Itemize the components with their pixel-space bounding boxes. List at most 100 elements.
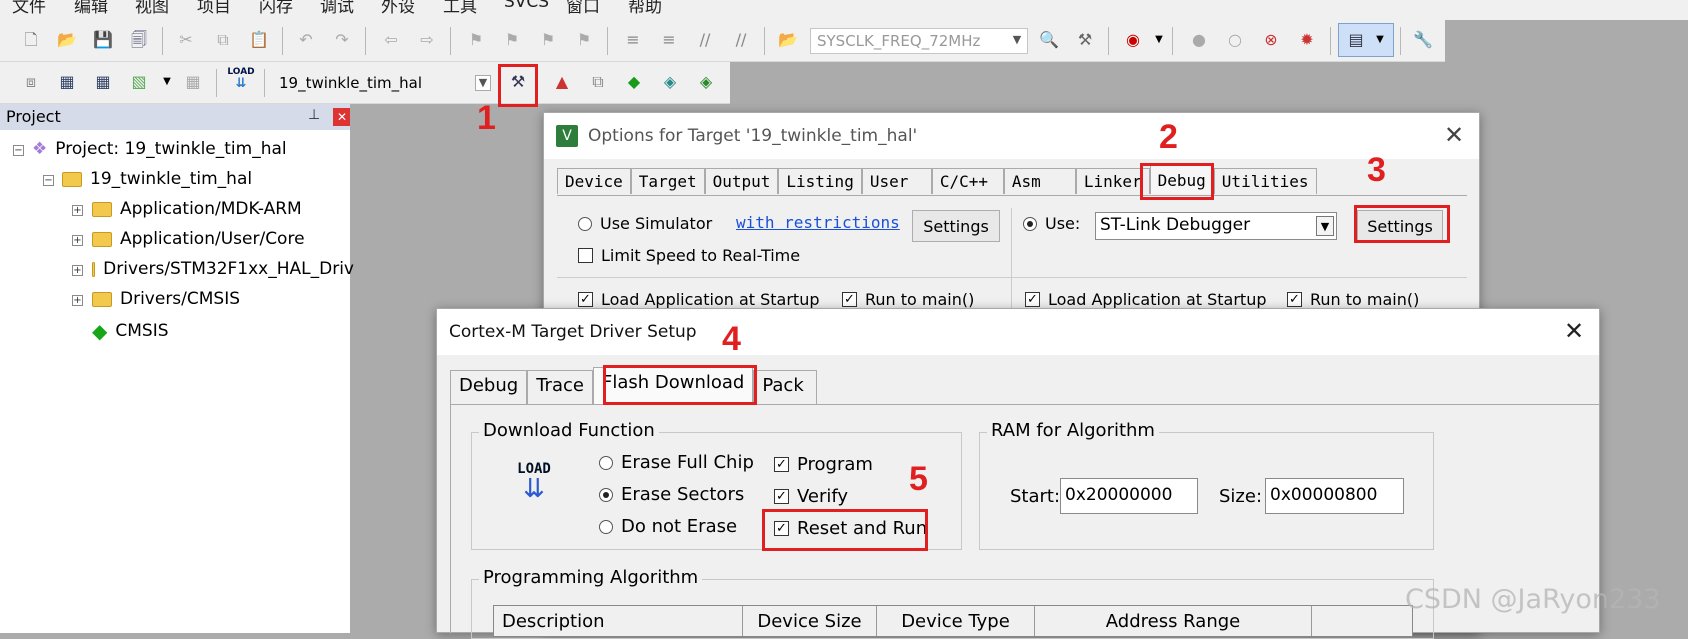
column-address-range[interactable]: Address Range: [1035, 606, 1312, 636]
program-checkbox[interactable]: ✓: [774, 457, 789, 472]
run-main-right-option[interactable]: ✓ Run to main(): [1287, 290, 1419, 309]
tab-debug[interactable]: Debug: [450, 370, 528, 404]
nav-back-icon[interactable]: ⇦: [380, 29, 402, 51]
tree-target[interactable]: 19_twinkle_tim_hal: [62, 169, 252, 189]
tree-group-cmsis[interactable]: Drivers/CMSIS: [92, 289, 240, 309]
use-debugger-option[interactable]: Use:: [1023, 214, 1080, 233]
chevron-down-icon[interactable]: ▼: [156, 71, 178, 93]
indent-icon[interactable]: ≡: [622, 29, 644, 51]
paste-icon[interactable]: 📋: [248, 29, 270, 51]
options-for-target-icon[interactable]: ⚒: [507, 71, 529, 93]
debugger-settings-button[interactable]: Settings: [1357, 210, 1443, 242]
with-restrictions-link[interactable]: with restrictions: [736, 213, 900, 232]
close-panel-icon[interactable]: ✕: [333, 108, 351, 126]
debug-session-icon[interactable]: ◉: [1122, 29, 1144, 51]
bookmark-prev-icon[interactable]: ⚑: [501, 29, 523, 51]
size-input[interactable]: 0x00000800: [1265, 478, 1404, 514]
tab-flash-download[interactable]: Flash Download: [592, 367, 754, 404]
column-description[interactable]: Description: [494, 606, 743, 636]
tab-linker[interactable]: Linker: [1075, 168, 1150, 194]
translate-icon[interactable]: ⧈: [20, 71, 42, 93]
erase-sectors-radio[interactable]: [599, 487, 613, 502]
limit-speed-checkbox[interactable]: [578, 248, 593, 263]
incremental-find-icon[interactable]: ⚒: [1074, 29, 1096, 51]
tab-pack[interactable]: Pack: [753, 370, 818, 404]
collapse-icon[interactable]: −: [13, 145, 24, 156]
target-combo[interactable]: SYSCLK_FREQ_72MHz ▼: [810, 28, 1028, 54]
collapse-icon[interactable]: −: [43, 175, 54, 186]
new-file-icon[interactable]: 🗋: [20, 29, 42, 51]
tab-target[interactable]: Target: [630, 168, 705, 194]
unindent-icon[interactable]: ≡: [658, 29, 680, 51]
bookmark-next-icon[interactable]: ⚑: [537, 29, 559, 51]
limit-speed-option[interactable]: Limit Speed to Real-Time: [578, 246, 800, 265]
verify-checkbox[interactable]: ✓: [774, 489, 789, 504]
cut-icon[interactable]: ✂: [175, 29, 197, 51]
use-simulator-option[interactable]: Use Simulator: [578, 214, 712, 233]
expand-icon[interactable]: +: [72, 235, 83, 246]
program-option[interactable]: ✓ Program: [774, 454, 873, 475]
save-icon[interactable]: 💾: [92, 29, 114, 51]
pin-icon[interactable]: ⊥: [308, 107, 320, 123]
stop-build-icon[interactable]: ▦: [182, 71, 204, 93]
save-all-icon[interactable]: 🗐: [128, 29, 150, 51]
tab-asm[interactable]: Asm: [1003, 168, 1076, 194]
simulator-radio[interactable]: [578, 216, 592, 231]
reset-and-run-checkbox[interactable]: ✓: [774, 521, 789, 536]
configure-icon[interactable]: 🔧: [1412, 29, 1434, 51]
erase-full-chip-option[interactable]: Erase Full Chip: [599, 452, 754, 473]
menu-svcs[interactable]: SVCS: [504, 0, 549, 12]
tab-listing[interactable]: Listing: [778, 168, 862, 194]
chevron-down-icon[interactable]: ▼: [1148, 29, 1170, 51]
menu-window[interactable]: 窗口: [566, 0, 600, 17]
manage-project-items-icon[interactable]: ◈: [695, 71, 717, 93]
download-load-icon[interactable]: LOAD ⇊: [227, 68, 254, 91]
tab-output[interactable]: Output: [704, 168, 779, 194]
do-not-erase-option[interactable]: Do not Erase: [599, 516, 737, 537]
expand-icon[interactable]: +: [72, 265, 83, 276]
close-icon[interactable]: ✕: [1564, 317, 1584, 345]
menu-file[interactable]: 文件: [12, 0, 46, 17]
do-not-erase-radio[interactable]: [599, 519, 613, 534]
load-app-left-checkbox[interactable]: ✓: [578, 292, 593, 307]
run-main-left-option[interactable]: ✓ Run to main(): [842, 290, 974, 309]
build-icon[interactable]: ▦: [56, 71, 78, 93]
breakpoint-icon[interactable]: ●: [1188, 29, 1210, 51]
find-icon[interactable]: 🔍: [1038, 29, 1060, 51]
menu-peripherals[interactable]: 外设: [381, 0, 415, 17]
load-app-right-checkbox[interactable]: ✓: [1025, 292, 1040, 307]
run-main-right-checkbox[interactable]: ✓: [1287, 292, 1302, 307]
tab-trace[interactable]: Trace: [527, 370, 593, 404]
tab-user[interactable]: User: [861, 168, 932, 194]
tree-cmsis-component[interactable]: ◆ CMSIS: [92, 319, 169, 343]
nav-forward-icon[interactable]: ⇨: [416, 29, 438, 51]
pack-installer-icon[interactable]: ◈: [659, 71, 681, 93]
simulator-settings-button[interactable]: Settings: [912, 210, 1000, 242]
window-layout-button[interactable]: ▤ ▼: [1338, 23, 1394, 57]
find-in-files-icon[interactable]: 📂: [777, 29, 799, 51]
verify-option[interactable]: ✓ Verify: [774, 486, 848, 507]
tab-debug[interactable]: Debug: [1149, 165, 1214, 194]
start-address-input[interactable]: 0x20000000: [1060, 478, 1198, 514]
batch-build-icon[interactable]: ▧: [128, 71, 150, 93]
column-device-size[interactable]: Device Size: [743, 606, 877, 636]
open-folder-icon[interactable]: 📂: [56, 29, 78, 51]
menu-help[interactable]: 帮助: [628, 0, 662, 17]
reset-and-run-option[interactable]: ✓ Reset and Run: [774, 518, 958, 539]
manage-components-icon[interactable]: ▲: [551, 71, 573, 93]
expand-icon[interactable]: +: [72, 205, 83, 216]
redo-icon[interactable]: ↷: [331, 29, 353, 51]
run-time-environment-icon[interactable]: ◆: [623, 71, 645, 93]
menu-tools[interactable]: 工具: [443, 0, 477, 17]
debugger-select[interactable]: ST-Link Debugger ▼: [1095, 212, 1337, 240]
tab-utilities[interactable]: Utilities: [1213, 168, 1317, 194]
breakpoint-kill-all-icon[interactable]: ✹: [1296, 29, 1318, 51]
expand-icon[interactable]: +: [72, 295, 83, 306]
copy-icon[interactable]: ⧉: [212, 29, 234, 51]
menu-debug[interactable]: 调试: [320, 0, 354, 17]
menu-flash[interactable]: 闪存: [259, 0, 293, 17]
comment-icon[interactable]: //: [694, 29, 716, 51]
bookmark-clear-icon[interactable]: ⚑: [573, 29, 595, 51]
run-main-left-checkbox[interactable]: ✓: [842, 292, 857, 307]
tab-cpp[interactable]: C/C++: [931, 168, 1004, 194]
